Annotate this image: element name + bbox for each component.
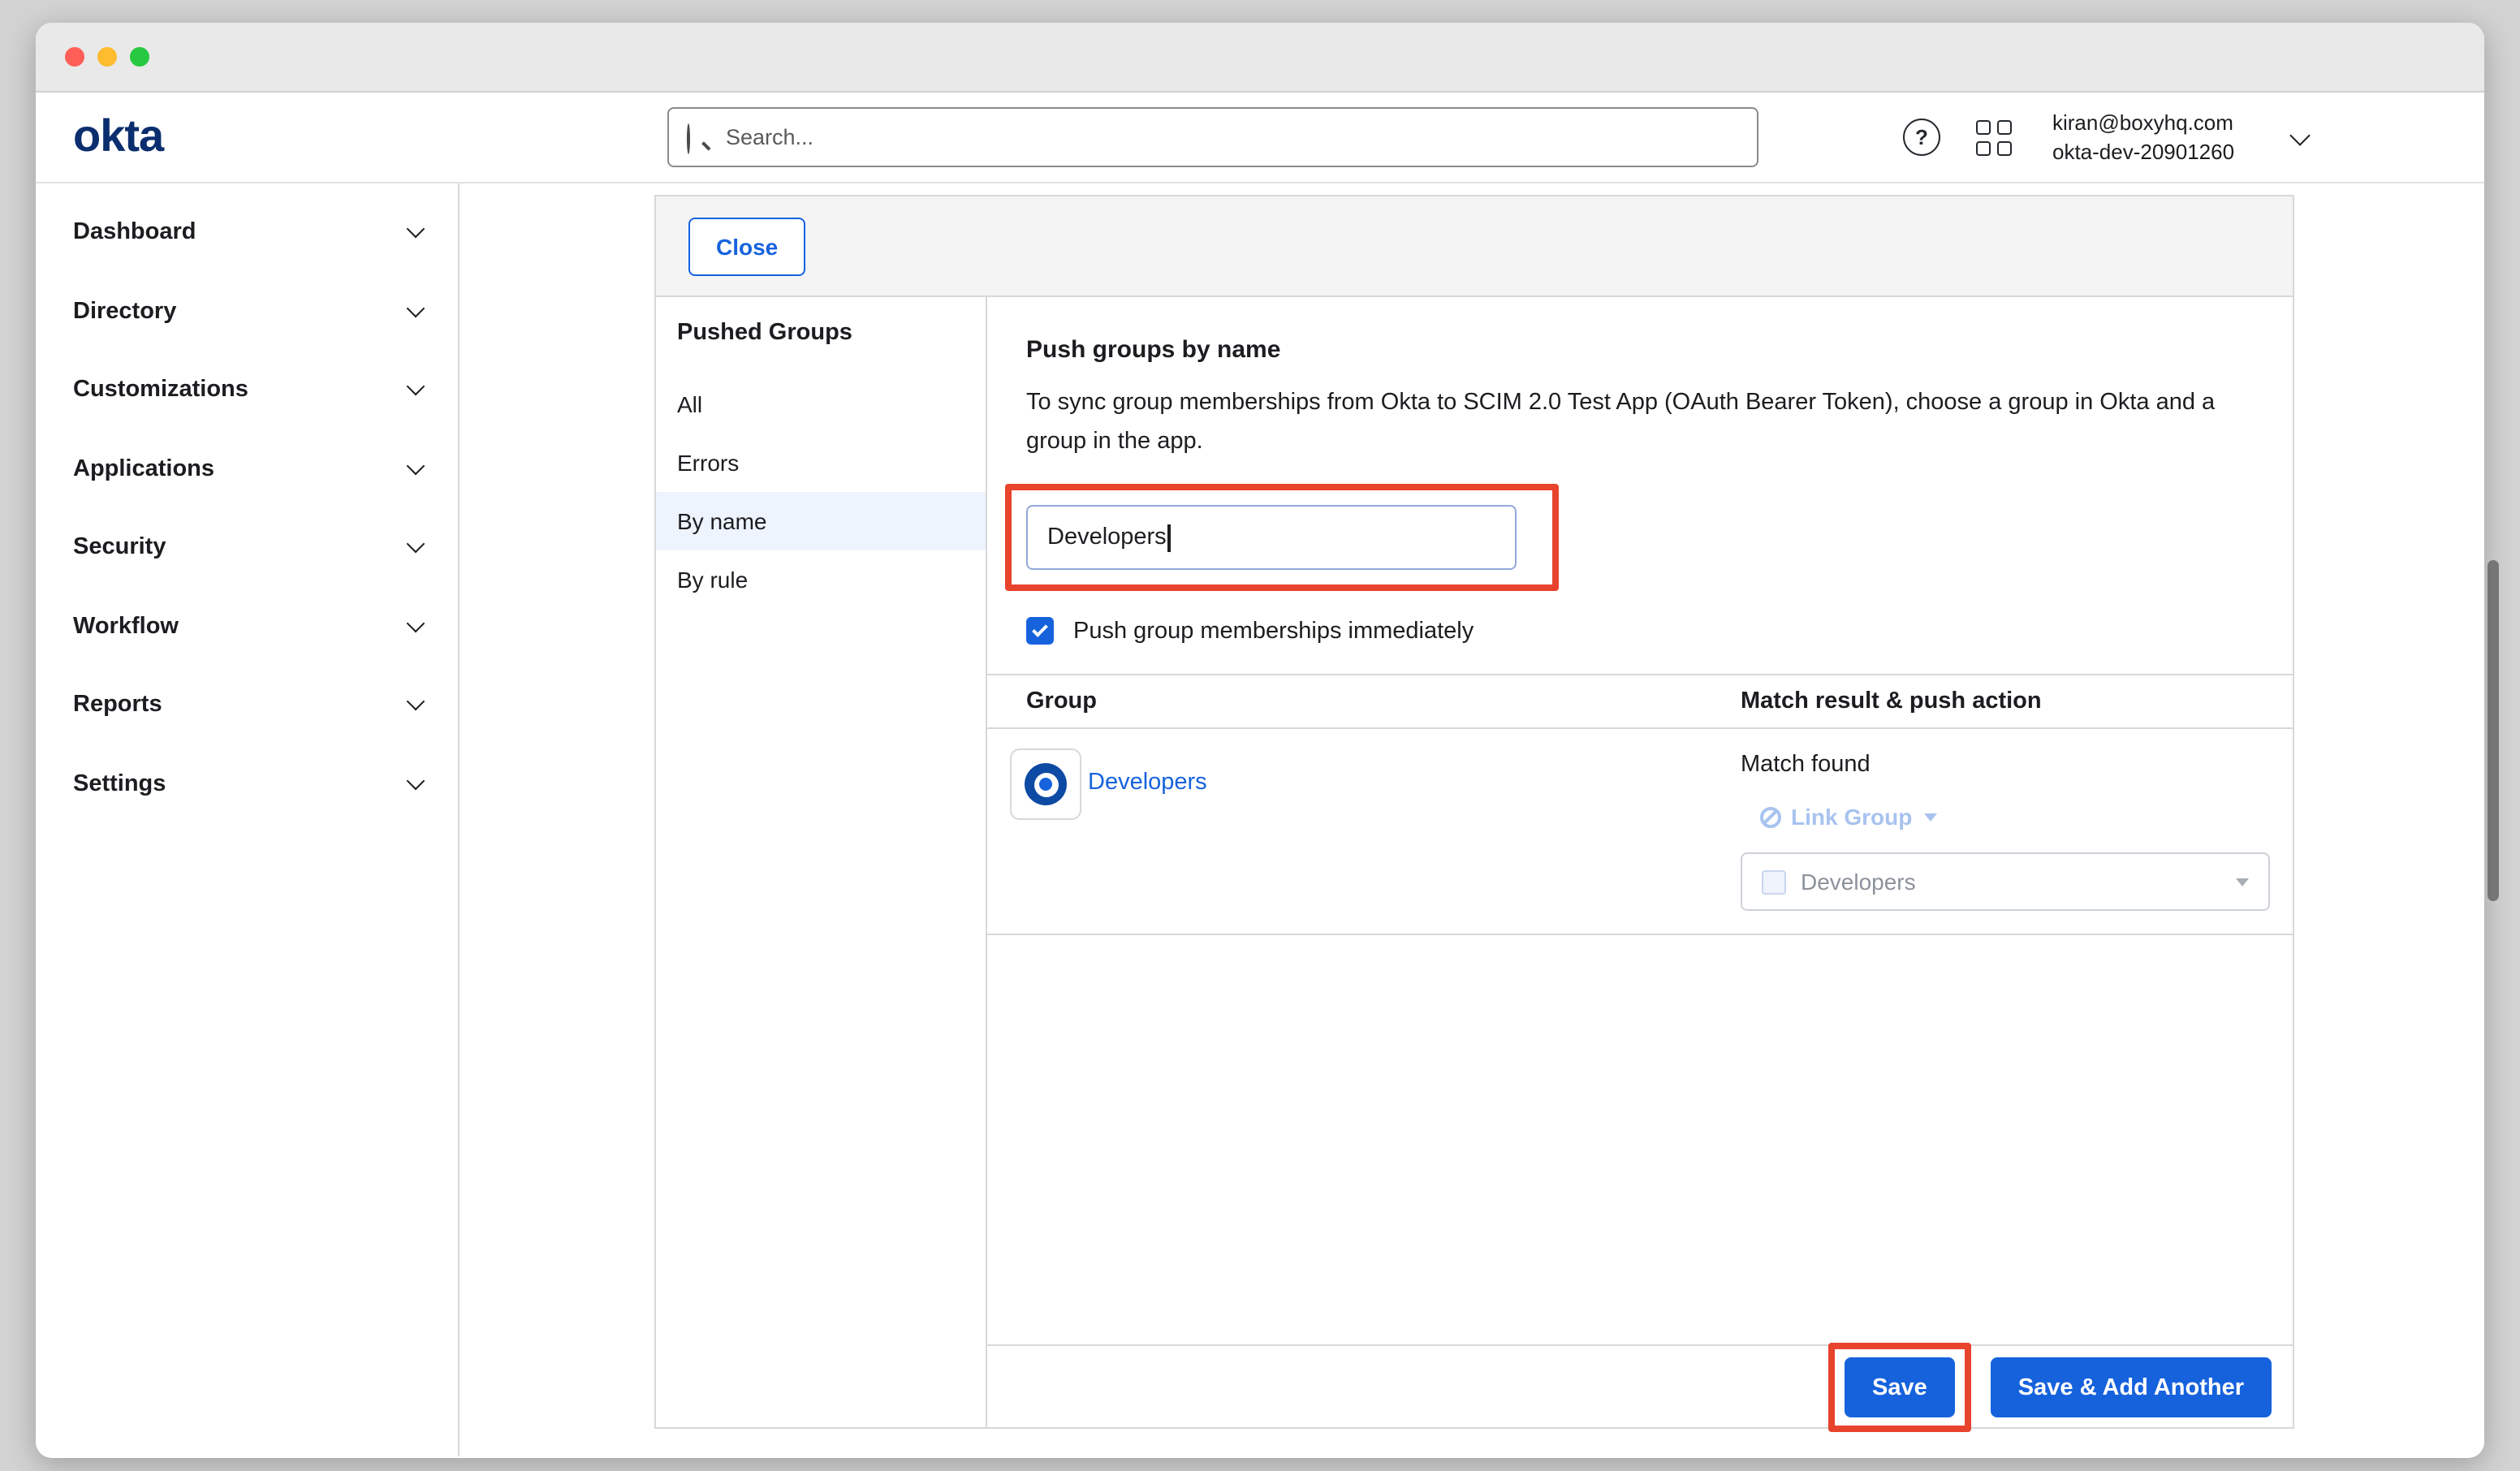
group-name-input-value: Developers: [1047, 524, 1167, 550]
link-target-select[interactable]: Developers: [1741, 852, 2270, 911]
vertical-scrollbar[interactable]: [2488, 560, 2499, 901]
subnav-item-by-name[interactable]: By name: [656, 492, 986, 550]
search-input[interactable]: Search...: [667, 107, 1758, 167]
subnav-item-all[interactable]: All: [656, 375, 986, 434]
table-row: Developers Match found Link Group: [987, 729, 2293, 935]
close-window-button[interactable]: [65, 47, 84, 67]
chevron-down-icon: [407, 771, 425, 790]
subnav-item-errors[interactable]: Errors: [656, 434, 986, 492]
caret-down-icon: [2236, 878, 2249, 886]
sidebar-item-dashboard[interactable]: Dashboard: [36, 193, 458, 272]
sidebar-item-applications[interactable]: Applications: [36, 429, 458, 508]
help-icon[interactable]: ?: [1903, 119, 1940, 156]
search-placeholder: Search...: [726, 125, 813, 149]
panel-footer: Save Save & Add Another: [987, 1344, 2293, 1429]
chevron-down-icon: [407, 692, 425, 711]
app-header: okta Search... ? kiran@boxyhq.com okta-d…: [36, 93, 2484, 183]
chevron-down-icon: [407, 299, 425, 317]
sidebar-item-directory[interactable]: Directory: [36, 272, 458, 351]
group-avatar-icon: [1010, 748, 1081, 820]
link-icon: [1760, 806, 1781, 827]
account-email: kiran@boxyhq.com: [2052, 109, 2234, 138]
text-cursor: [1168, 524, 1171, 551]
content-area: Close Pushed Groups All Errors By name B…: [460, 183, 2484, 1456]
close-button[interactable]: Close: [688, 217, 805, 275]
group-name-input[interactable]: Developers: [1026, 505, 1517, 570]
zoom-window-button[interactable]: [130, 47, 149, 67]
push-groups-panel: Close Pushed Groups All Errors By name B…: [654, 195, 2294, 1429]
push-immediately-checkbox[interactable]: [1026, 617, 1054, 645]
browser-window: okta Search... ? kiran@boxyhq.com okta-d…: [36, 23, 2484, 1458]
subnav-item-by-rule[interactable]: By rule: [656, 550, 986, 609]
section-description: To sync group memberships from Okta to S…: [1026, 383, 2237, 461]
group-placeholder-icon: [1762, 869, 1786, 894]
group-cell: Developers: [987, 729, 1741, 911]
column-header-match: Match result & push action: [1741, 688, 2042, 714]
match-cell: Match found Link Group Developers: [1741, 729, 2293, 911]
titlebar: [36, 23, 2484, 93]
screen: okta Search... ? kiran@boxyhq.com okta-d…: [0, 0, 2520, 1471]
chevron-down-icon: [407, 220, 425, 239]
sidebar-item-customizations[interactable]: Customizations: [36, 351, 458, 429]
sidebar-item-reports[interactable]: Reports: [36, 666, 458, 744]
push-immediately-label: Push group memberships immediately: [1073, 618, 1474, 644]
minimize-window-button[interactable]: [97, 47, 117, 67]
link-group-dropdown-button[interactable]: Link Group: [1760, 804, 2293, 830]
section-title: Push groups by name: [1026, 336, 2252, 364]
annotation-box-save: Save: [1828, 1343, 1971, 1432]
apps-grid-icon[interactable]: [1976, 120, 2011, 155]
okta-logo: okta: [73, 110, 163, 162]
group-name-link[interactable]: Developers: [1088, 770, 1207, 796]
account-menu[interactable]: kiran@boxyhq.com okta-dev-20901260: [2052, 109, 2234, 167]
chevron-down-icon: [407, 535, 425, 554]
pushed-groups-subnav: Pushed Groups All Errors By name By rule: [656, 297, 987, 1429]
account-org: okta-dev-20901260: [2052, 138, 2234, 167]
sidebar-item-settings[interactable]: Settings: [36, 744, 458, 823]
link-group-label: Link Group: [1791, 804, 1912, 830]
push-by-name-section: Push groups by name To sync group member…: [987, 297, 2293, 1429]
panel-topbar: Close: [656, 196, 2293, 297]
chevron-down-icon: [407, 456, 425, 475]
chevron-down-icon[interactable]: [2289, 125, 2310, 145]
chevron-down-icon: [407, 614, 425, 632]
annotation-box-input: Developers: [1005, 484, 1559, 591]
match-status: Match found: [1741, 752, 2293, 778]
table-header: Group Match result & push action: [987, 674, 2293, 729]
save-and-add-another-button[interactable]: Save & Add Another: [1991, 1357, 2272, 1417]
sidebar-item-workflow[interactable]: Workflow: [36, 587, 458, 666]
search-icon: [687, 125, 711, 149]
column-header-group: Group: [987, 688, 1741, 714]
link-target-value: Developers: [1801, 869, 2236, 895]
chevron-down-icon: [407, 377, 425, 396]
caret-down-icon: [1923, 813, 1936, 821]
subnav-title: Pushed Groups: [656, 320, 986, 375]
sidebar-item-security[interactable]: Security: [36, 508, 458, 587]
sidebar: Dashboard Directory Customizations Appli…: [36, 183, 460, 1456]
checkmark-icon: [1031, 620, 1047, 636]
save-button[interactable]: Save: [1845, 1357, 1955, 1417]
